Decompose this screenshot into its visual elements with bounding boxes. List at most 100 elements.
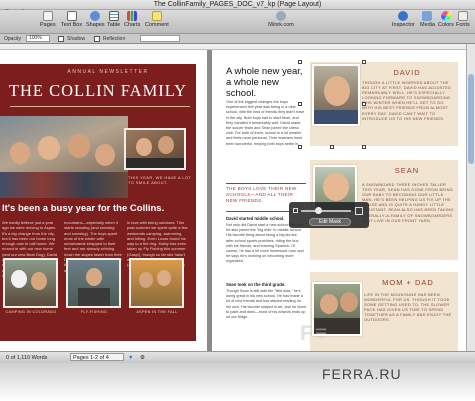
edit-mask-button[interactable]: Edit Mask [309,218,351,226]
slider-knob[interactable] [315,207,322,214]
textbox-label: Text Box [61,22,83,28]
clothing-shape [314,110,358,124]
left-page: ANNUAL NEWSLETTER THE COLLIN FAMILY THIS… [0,50,207,351]
resize-handle[interactable] [362,145,366,149]
mask-editor-panel: Edit Mask [289,202,369,228]
document-canvas: ANNUAL NEWSLETTER THE COLLIN FAMILY THIS… [0,50,466,351]
face-shape [320,294,338,314]
window-titlebar: The CollinFamily_PAGES_DOC_v7_kp (Page L… [0,0,475,15]
shadow-checkbox[interactable] [58,36,64,42]
sean-bio[interactable]: A SNOWBOARD THREE INCHES TALLER THIS YEA… [362,182,454,223]
media-button[interactable]: Media [420,11,435,28]
iwork-label: iWork.com [268,22,294,28]
reflection-label: Reflection [103,36,126,42]
resize-handle[interactable] [298,102,302,106]
face-shape [324,76,350,106]
david-name[interactable]: DAVID [362,68,452,77]
pages-icon [42,11,53,21]
thumb-caption-3: ASPEN IN THE FALL [136,310,178,314]
status-bar: 0 of 1,110 Words Pages 1-2 of 4 ▼ ⚙ [0,351,475,363]
school-headline[interactable]: A whole new year, a whole new school. [226,66,306,99]
resize-handle[interactable] [362,60,366,64]
large-image-icon [355,207,363,215]
mom-dad-name[interactable]: MOM + DAD [364,278,452,287]
textbox-icon [66,11,77,21]
vertical-scrollbar[interactable] [466,44,475,351]
right-page: A whole new year, a whole new school. On… [212,50,466,351]
face-shape [68,134,90,158]
charts-button[interactable]: Charts [124,11,140,28]
aspen-photo[interactable] [129,258,184,308]
comment-label: Comment [145,22,169,28]
colors-label: Colors [438,22,454,28]
photo-caption: THIS YEAR, WE HAVE A LOT TO SMILE ABOUT. [128,175,192,185]
comment-button[interactable]: Comment [145,11,169,28]
clothing-shape [126,158,184,168]
reflection-slider[interactable] [140,35,180,42]
inspector-button[interactable]: Inspector [392,11,415,28]
header-divider [10,106,190,107]
settings-gear-icon[interactable]: ⚙ [140,355,145,361]
share-icon [275,11,286,21]
charts-icon [127,11,138,21]
clothing-shape [0,172,128,198]
face-shape [323,173,349,201]
iwork-share-button[interactable]: iWork.com [268,11,294,28]
page-navigator[interactable]: Pages 1-2 of 4 [70,353,124,361]
pages-button[interactable]: Pages [40,11,56,28]
watermark-text: FERRA.RU [322,366,402,382]
main-headline[interactable]: It's been a busy year for the Collins. [2,203,198,214]
colors-button[interactable]: Colors [438,11,454,28]
window-title: The CollinFamily_PAGES_DOC_v7_kp (Page L… [153,1,322,8]
table-button[interactable]: Table [107,11,120,28]
textbox-button[interactable]: Text Box [61,11,82,28]
opacity-label: Opacity [4,36,21,42]
info-icon [398,11,409,21]
family-photo[interactable] [0,116,128,198]
face-shape [10,142,30,164]
fly-fishing-photo[interactable] [66,258,121,308]
inspector-label: Inspector [392,22,415,28]
thumb-caption-2: FLY-FISHING [80,310,108,314]
mom-dad-bio[interactable]: LIFE IN THE MOUNTAINS HAS BEEN WONDERFUL… [364,292,454,323]
reflection-checkbox[interactable] [94,36,100,42]
page-nav-arrow-icon[interactable]: ▼ [128,355,133,361]
david-portrait[interactable] [312,64,360,126]
shapes-button[interactable]: Shapes [86,11,105,28]
charts-label: Charts [124,22,141,28]
resize-handle[interactable] [362,102,366,106]
newsletter-panel: ANNUAL NEWSLETTER THE COLLIN FAMILY THIS… [0,64,196,341]
pages-label: Pages [40,22,56,28]
fonts-icon [457,11,468,21]
toolbar: Pages Text Box Shapes Table Charts Comme… [0,10,475,34]
couple-photo[interactable] [124,128,186,170]
family-title[interactable]: THE COLLIN FAMILY [0,81,196,101]
sean-name[interactable]: SEAN [362,166,452,175]
david-bio[interactable]: THOUGH A LITTLE WORRIED ABOUT THE BIG CI… [362,80,454,121]
thumb-caption-1: CAMPING IN COLORADO [5,310,57,314]
fonts-button[interactable]: Fonts [456,11,470,28]
shapes-label: Shapes [86,22,105,28]
mask-size-slider[interactable] [301,210,351,212]
resize-handle[interactable] [298,60,302,64]
watermark-logo: F≡ [300,322,330,345]
face-shape [38,136,60,160]
resize-handle[interactable] [330,145,334,149]
word-count: 0 of 1,110 Words [6,355,48,361]
scroll-thumb[interactable] [468,74,474,164]
school-intro-text[interactable]: One of the biggest changes the boys expe… [226,100,306,147]
reflection-area [0,363,475,401]
media-label: Media [420,22,435,28]
table-icon [108,11,119,21]
clothing-shape [78,288,110,306]
face-shape [86,268,102,286]
sean-text[interactable]: Though Sean is still with the "little ki… [226,289,306,320]
color-wheel-icon [440,11,451,21]
opacity-field[interactable]: 100% [26,35,50,42]
david-text[interactable]: Not only did David start a new school th… [226,223,306,265]
resize-handle[interactable] [298,145,302,149]
sean-subhead[interactable]: Sean took on the third grade. [226,282,306,287]
face-shape [340,292,358,312]
newsletter-label: ANNUAL NEWSLETTER [67,69,149,75]
camping-photo[interactable] [3,258,58,308]
